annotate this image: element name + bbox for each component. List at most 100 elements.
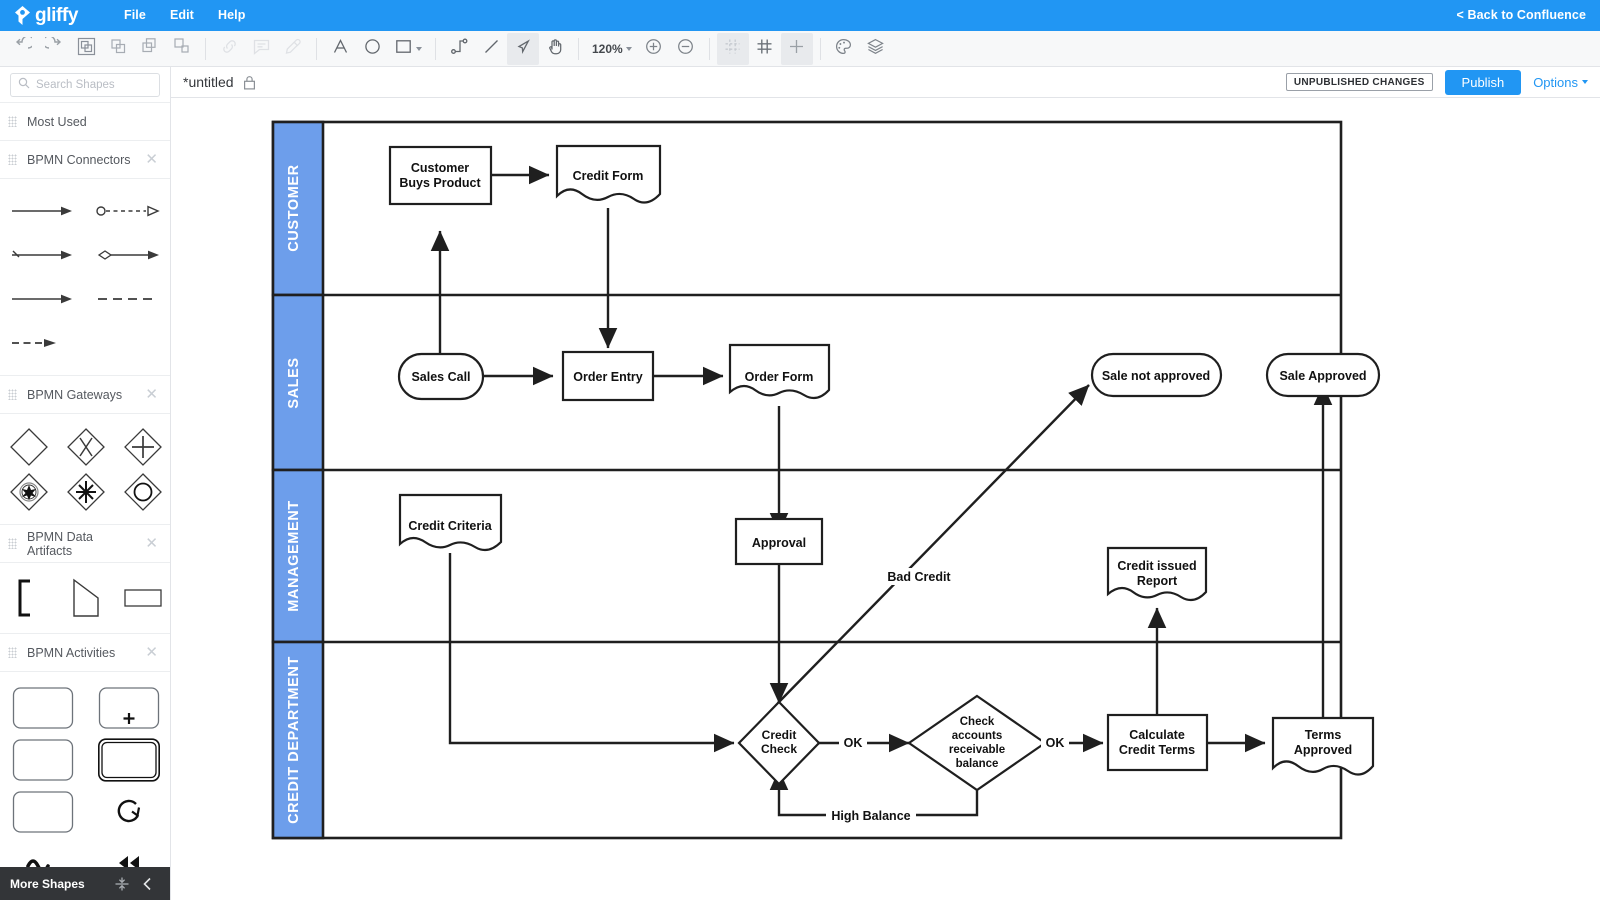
pan-hand-button[interactable] <box>539 33 571 65</box>
shape-inclusive-gateway[interactable] <box>114 469 170 514</box>
node-label: Credit <box>762 728 797 742</box>
bring-forward-button[interactable] <box>102 33 134 65</box>
shape-default-flow[interactable] <box>0 233 86 277</box>
theme-palette-button[interactable] <box>828 33 860 65</box>
sidebar-section-bpmn-data-artifacts[interactable]: BPMN Data Artifacts ✕ <box>0 525 170 563</box>
unpublished-changes-badge: UNPUBLISHED CHANGES <box>1285 73 1433 91</box>
shape-data-object[interactable] <box>57 573 114 623</box>
edge-label-ok-2: OK <box>1046 736 1065 750</box>
node-sale-not-approved[interactable]: Sale not approved <box>1090 352 1223 398</box>
shape-exclusive-x-gateway[interactable] <box>57 424 114 469</box>
shape-message-flow[interactable] <box>86 189 170 233</box>
shape-loop-marker[interactable] <box>86 786 170 838</box>
drag-handle-icon[interactable] <box>8 389 17 400</box>
menu-file[interactable]: File <box>112 0 158 31</box>
grid-dashed-button[interactable] <box>716 32 749 65</box>
close-icon[interactable]: ✕ <box>145 536 158 551</box>
publish-button[interactable]: Publish <box>1444 69 1522 95</box>
document-title[interactable]: *untitled <box>183 74 234 90</box>
menu-list: File Edit Help <box>112 0 257 31</box>
zoom-out-button[interactable] <box>670 33 702 65</box>
shape-conditional-flow[interactable] <box>86 233 170 277</box>
lane-label-sales: SALES <box>286 357 302 408</box>
send-to-back-button[interactable] <box>166 33 198 65</box>
shape-exclusive-gateway[interactable] <box>0 424 57 469</box>
zoom-in-button[interactable] <box>638 33 670 65</box>
sidebar-section-bpmn-activities[interactable]: BPMN Activities ✕ <box>0 634 170 672</box>
close-icon[interactable]: ✕ <box>145 152 158 167</box>
elbow-connector-button[interactable] <box>443 33 475 65</box>
more-shapes-label[interactable]: More Shapes <box>10 877 109 891</box>
comment-icon <box>252 37 271 61</box>
sidebar-section-bpmn-gateways[interactable]: BPMN Gateways ✕ <box>0 376 170 414</box>
shape-annotation-box[interactable] <box>114 573 170 623</box>
ellipse-tool-button[interactable] <box>356 33 388 65</box>
document-bar-actions: UNPUBLISHED CHANGES Publish Options <box>1285 69 1588 95</box>
drag-handle-icon[interactable] <box>8 647 17 658</box>
sidebar-section-bpmn-connectors[interactable]: BPMN Connectors ✕ <box>0 141 170 179</box>
node-sale-approved[interactable]: Sale Approved <box>1265 352 1381 398</box>
shape-task[interactable] <box>0 682 86 734</box>
edge-label-ok-1: OK <box>844 736 863 750</box>
shape-association-plain[interactable] <box>86 277 170 321</box>
shape-group-bracket[interactable] <box>0 573 57 623</box>
node-order-entry[interactable]: Order Entry <box>561 350 655 402</box>
node-sales-call[interactable]: Sales Call <box>397 352 485 401</box>
comment-button[interactable] <box>245 33 277 65</box>
options-button[interactable]: Options <box>1533 75 1588 90</box>
close-icon[interactable]: ✕ <box>145 645 158 660</box>
grid-show-button[interactable] <box>749 33 781 65</box>
shape-event-gateway[interactable] <box>0 469 57 514</box>
layers-button[interactable] <box>860 33 892 65</box>
undo-button[interactable] <box>6 33 38 65</box>
node-calculate-credit-terms[interactable]: Calculate Credit Terms <box>1106 713 1209 772</box>
shape-subprocess[interactable] <box>86 682 170 734</box>
line-tool-button[interactable] <box>475 33 507 65</box>
back-to-confluence-link[interactable]: < Back to Confluence <box>1457 0 1586 31</box>
lane-label-management: MANAGEMENT <box>286 500 302 612</box>
ellipse-icon <box>363 37 382 61</box>
gateway-shape-grid <box>0 414 170 525</box>
shape-task-plain-2[interactable] <box>0 734 86 786</box>
shape-dashed-arrow[interactable] <box>0 321 86 365</box>
menu-edit[interactable]: Edit <box>158 0 206 31</box>
sidebar-section-most-used[interactable]: Most Used <box>0 103 170 141</box>
select-pointer-button[interactable] <box>507 32 539 65</box>
collapse-sidebar-icon[interactable] <box>135 871 161 897</box>
search-box[interactable] <box>10 72 160 97</box>
text-tool-button[interactable] <box>324 33 356 65</box>
shape-task-plain-3[interactable] <box>0 786 86 838</box>
rectangle-tool-button[interactable] <box>388 33 428 65</box>
node-approval[interactable]: Approval <box>734 517 824 566</box>
diagram-canvas[interactable]: CUSTOMER SALES MANAGEMENT CREDIT DEPARTM… <box>171 98 1600 900</box>
gliffy-logo[interactable]: gliffy <box>12 5 78 27</box>
zoom-level-dropdown[interactable]: 120% <box>586 42 638 56</box>
shape-sequence-flow[interactable] <box>0 189 86 233</box>
send-to-back-icon <box>173 37 192 61</box>
node-label: Sale Approved <box>1279 369 1366 383</box>
bring-to-front-button[interactable] <box>134 33 166 65</box>
shapes-sidebar: Most Used BPMN Connectors ✕ <box>0 67 171 900</box>
menu-help[interactable]: Help <box>206 0 258 31</box>
eyedropper-button[interactable] <box>277 33 309 65</box>
group-button[interactable] <box>70 33 102 65</box>
shape-parallel-gateway[interactable] <box>114 424 170 469</box>
chevron-down-icon <box>625 46 632 51</box>
drag-handle-icon[interactable] <box>8 116 17 127</box>
shape-association-directed[interactable] <box>0 277 86 321</box>
link-button[interactable] <box>213 33 245 65</box>
close-icon[interactable]: ✕ <box>145 387 158 402</box>
lock-icon[interactable] <box>243 75 256 90</box>
redo-button[interactable] <box>38 33 70 65</box>
edge-label-high-balance: High Balance <box>831 809 910 823</box>
palette-icon <box>834 37 853 61</box>
node-customer-buys-product[interactable]: Customer Buys Product <box>388 145 493 206</box>
drag-handle-icon[interactable] <box>8 538 17 549</box>
node-label: balance <box>956 758 999 770</box>
shape-call-activity[interactable] <box>86 734 170 786</box>
snap-to-grid-button[interactable] <box>780 32 813 65</box>
drag-handle-icon[interactable] <box>8 154 17 165</box>
expand-collapse-icon[interactable] <box>109 871 135 897</box>
shape-complex-gateway[interactable] <box>57 469 114 514</box>
search-input[interactable] <box>36 78 152 91</box>
